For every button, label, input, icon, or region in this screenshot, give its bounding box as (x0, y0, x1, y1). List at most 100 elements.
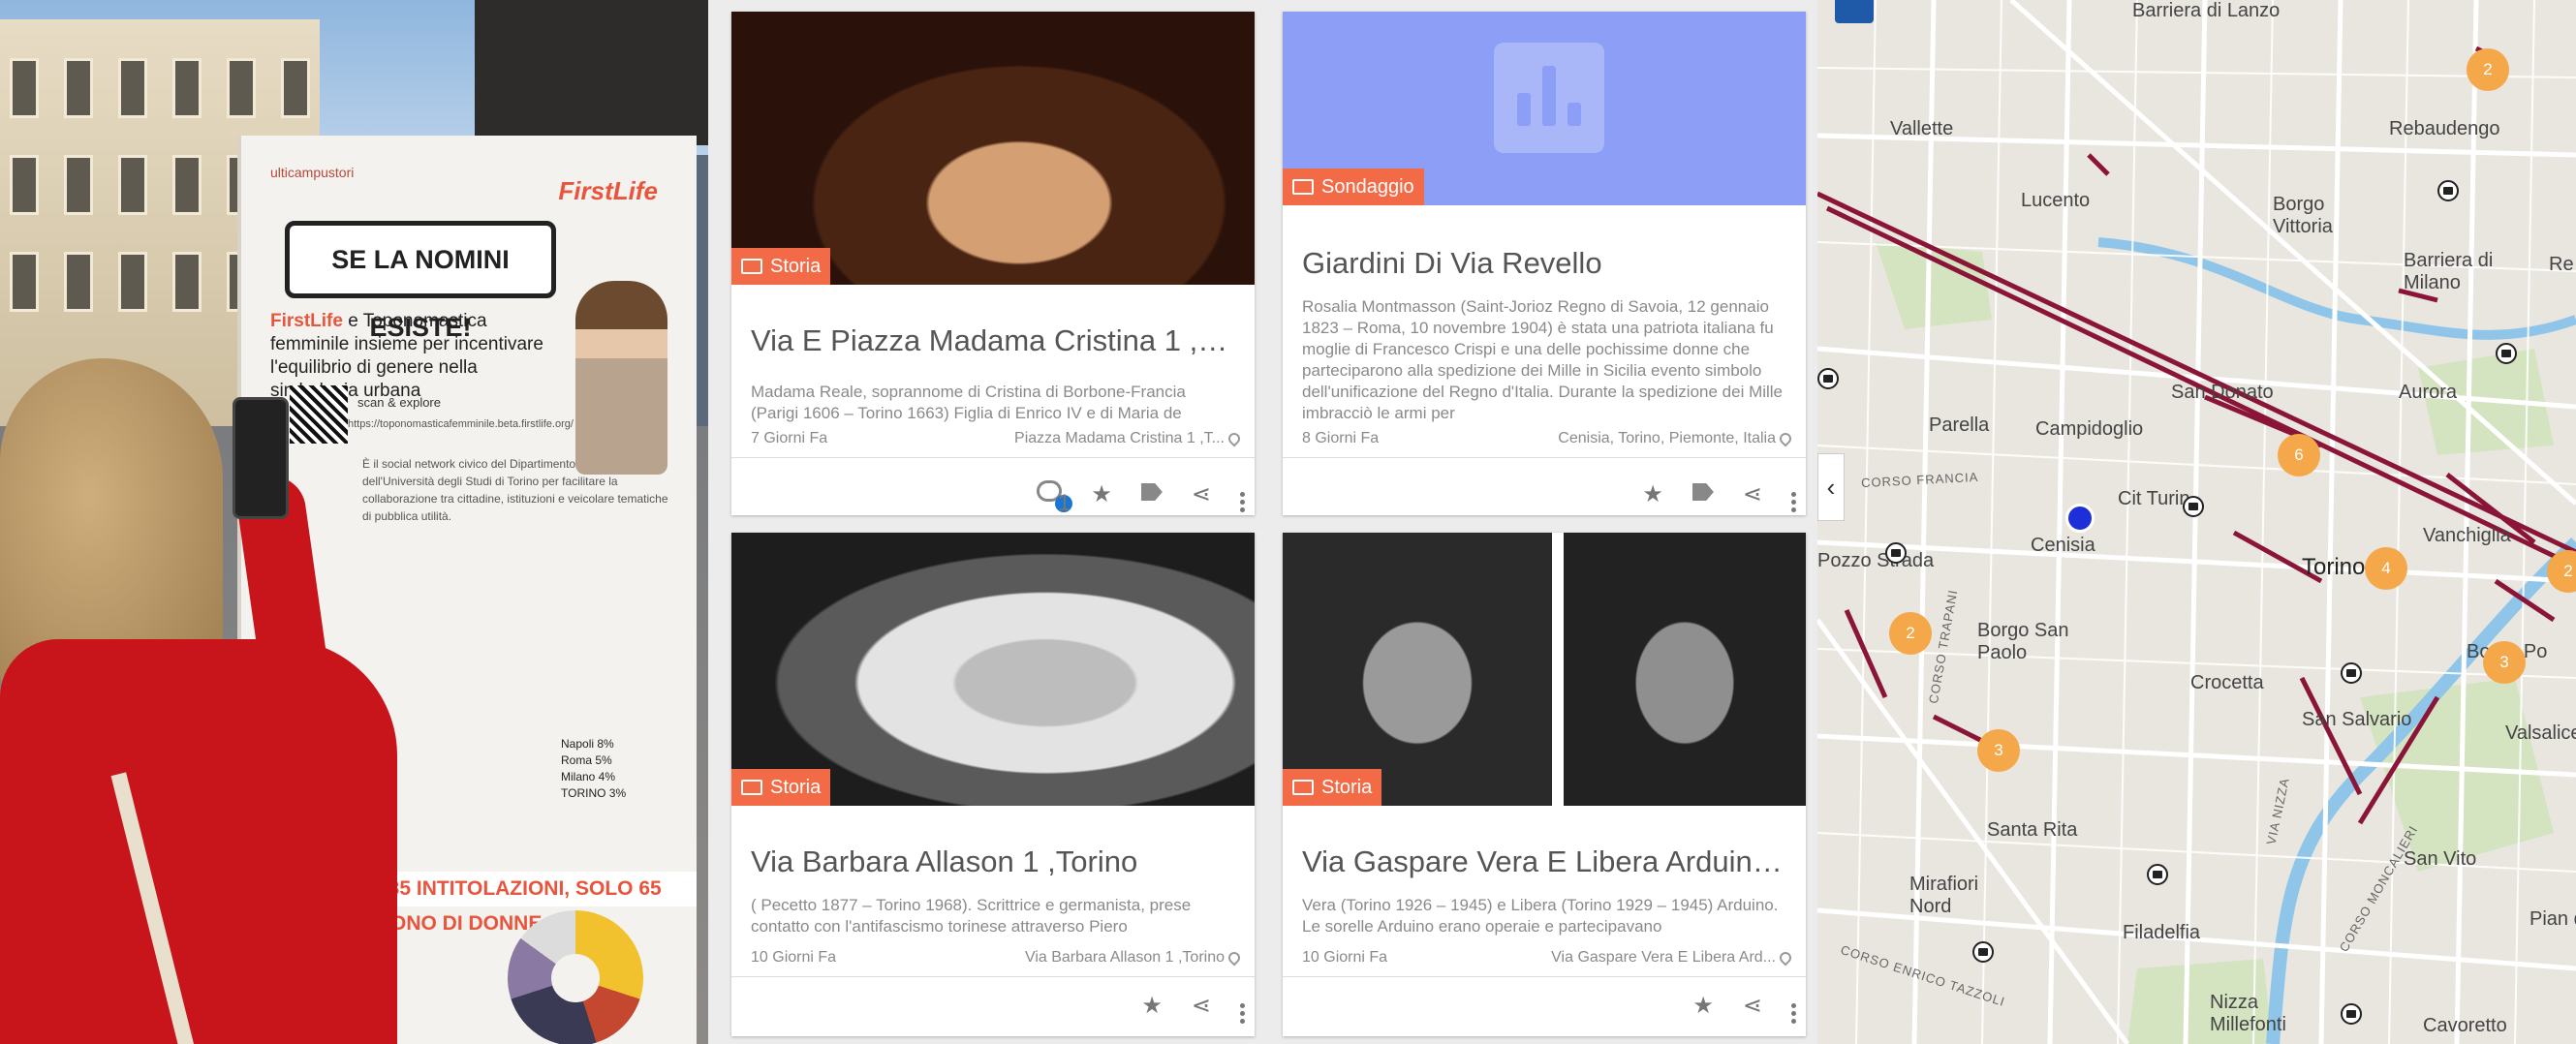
share-icon[interactable]: ⋖ (1743, 992, 1762, 1020)
location-pin-icon (1777, 430, 1794, 447)
card-meta: 10 Giorni Fa Via Barbara Allason 1 ,Tori… (751, 949, 1243, 967)
star-icon[interactable]: ★ (1692, 992, 1714, 1020)
map-label: San Donato (2171, 382, 2274, 403)
banner-stat: Napoli 8% (561, 737, 614, 751)
card-title[interactable]: Via Gaspare Vera E Libera Arduino ... (1302, 844, 1786, 879)
location-pin-icon (1226, 430, 1243, 447)
map-label: San Salvario (2302, 709, 2412, 730)
banner-woman-figure (575, 281, 667, 475)
storia-marker-icon[interactable] (1817, 368, 1839, 389)
card-actions: ★ ⋖ (1141, 986, 1245, 1025)
tag-icon[interactable] (1140, 480, 1163, 507)
sondaggio-icon (1292, 179, 1314, 195)
map-label: Barriera di Lanzo (2132, 0, 2281, 21)
map-label: Torino (2302, 554, 2366, 580)
storia-icon (741, 259, 762, 274)
map-cluster[interactable]: 2 (2467, 48, 2509, 91)
card-time: 10 Giorni Fa (751, 949, 837, 966)
category-label: Storia (770, 256, 822, 277)
map-label: Borgo Vittoria (2273, 194, 2333, 237)
card-giardini-via-revello[interactable]: Sondaggio Giardini Di Via Revello Rosali… (1283, 12, 1806, 515)
map-label: Lucento (2021, 190, 2091, 211)
card-time: 7 Giorni Fa (751, 430, 828, 446)
map-label: Pian del (2529, 908, 2576, 930)
map-cluster[interactable]: 3 (1977, 729, 2020, 772)
map-label: Vanchiglia (2423, 525, 2511, 546)
portrait-vera (1283, 533, 1552, 806)
map-label: Crocetta (2190, 672, 2264, 693)
star-icon[interactable]: ★ (1091, 480, 1112, 508)
poll-chart-icon (1494, 43, 1604, 153)
banner-logo-right: FirstLife (558, 176, 658, 205)
card-location: Via Gaspare Vera E Libera Ard... (1551, 949, 1776, 966)
chat-icon: 1 (1037, 479, 1073, 514)
map-cluster[interactable]: 3 (2483, 641, 2526, 684)
category-badge: Storia (731, 248, 831, 285)
storia-marker-icon[interactable] (2341, 662, 2362, 684)
location-pin-icon (1777, 949, 1794, 967)
category-badge: Sondaggio (1283, 169, 1424, 205)
card-title[interactable]: Via Barbara Allason 1 ,Torino (751, 844, 1235, 879)
more-menu-icon[interactable] (1791, 988, 1796, 1024)
more-menu-icon[interactable] (1240, 476, 1245, 512)
cards-feed: Storia Via E Piazza Madama Cristina 1 ,T… (708, 0, 1817, 1044)
star-icon[interactable]: ★ (1642, 480, 1663, 508)
location-pin-icon (1226, 949, 1243, 967)
card-vera-libera-arduino[interactable]: Storia Via Gaspare Vera E Libera Arduino… (1283, 533, 1806, 1036)
map-label: Parella (1929, 415, 1990, 436)
card-time: 8 Giorni Fa (1302, 430, 1380, 446)
banner-stat: TORINO 3% (561, 786, 627, 800)
collapse-panel-chevron-left-icon[interactable]: ‹ (1817, 453, 1845, 521)
storia-marker-icon[interactable] (2147, 864, 2168, 885)
map-label: Campidoglio (2035, 418, 2144, 440)
category-label: Storia (1321, 777, 1373, 798)
storia-icon (741, 780, 762, 795)
poll-marker-icon[interactable] (2065, 504, 2095, 533)
storia-marker-icon[interactable] (2341, 1003, 2362, 1025)
map-label: Cenisia (2031, 535, 2095, 556)
card-time: 10 Giorni Fa (1302, 949, 1388, 966)
share-icon[interactable]: ⋖ (1192, 480, 1211, 508)
map-layer-button[interactable] (1835, 0, 1874, 23)
map-label: Cavoretto (2423, 1015, 2507, 1036)
more-menu-icon[interactable] (1791, 476, 1796, 512)
card-barbara-allason[interactable]: Storia Via Barbara Allason 1 ,Torino ( P… (731, 533, 1255, 1036)
category-label: Sondaggio (1321, 176, 1414, 198)
card-title[interactable]: Via E Piazza Madama Cristina 1 ,T... (751, 323, 1235, 358)
map-cluster[interactable]: 4 (2365, 547, 2407, 590)
map-cluster[interactable]: 2 (1889, 612, 1932, 655)
card-image (1283, 533, 1806, 806)
comments-button[interactable]: 1 (1037, 479, 1073, 514)
share-icon[interactable]: ⋖ (1743, 480, 1762, 508)
tag-icon[interactable] (1691, 480, 1714, 507)
tent (475, 0, 708, 145)
storia-marker-icon[interactable] (2183, 496, 2204, 517)
comments-count: 1 (1055, 491, 1073, 514)
more-menu-icon[interactable] (1240, 988, 1245, 1024)
card-description: Rosalia Montmasson (Saint-Jorioz Regno d… (1302, 297, 1784, 422)
share-icon[interactable]: ⋖ (1192, 992, 1211, 1020)
banner-headline: SE LA NOMINI ESISTE! (285, 221, 556, 342)
storia-marker-icon[interactable] (1972, 941, 1994, 963)
storia-marker-icon[interactable] (1885, 542, 1907, 564)
map-view[interactable]: Barriera di Lanzo Rebaudengo Vallette Lu… (1817, 0, 2576, 1044)
map-label: Vallette (1890, 118, 1954, 139)
banner-logo-left: ulticampustori (270, 165, 355, 180)
map-label: Nizza Millefonti (2210, 992, 2286, 1035)
star-icon[interactable]: ★ (1141, 992, 1163, 1020)
map-label: Borgo San Paolo (1977, 620, 2069, 663)
card-meta: 8 Giorni Fa Cenisia, Torino, Piemonte, I… (1302, 430, 1794, 447)
divider (1283, 976, 1806, 977)
map-label: Barriera di Milano (2404, 250, 2494, 293)
banner-stat: Roma 5% (561, 753, 612, 767)
card-madama-cristina[interactable]: Storia Via E Piazza Madama Cristina 1 ,T… (731, 12, 1255, 515)
banner-subtitle-brand: FirstLife (270, 311, 343, 331)
map-cluster[interactable]: 6 (2278, 434, 2320, 476)
card-description: Vera (Torino 1926 – 1945) e Libera (Tori… (1302, 896, 1779, 936)
card-location: Cenisia, Torino, Piemonte, Italia (1558, 430, 1776, 446)
storia-marker-icon[interactable] (2496, 343, 2517, 364)
storia-marker-icon[interactable] (2437, 180, 2459, 201)
card-title[interactable]: Giardini Di Via Revello (1302, 246, 1786, 281)
card-image (731, 12, 1255, 285)
card-location: Via Barbara Allason 1 ,Torino (1024, 949, 1225, 966)
